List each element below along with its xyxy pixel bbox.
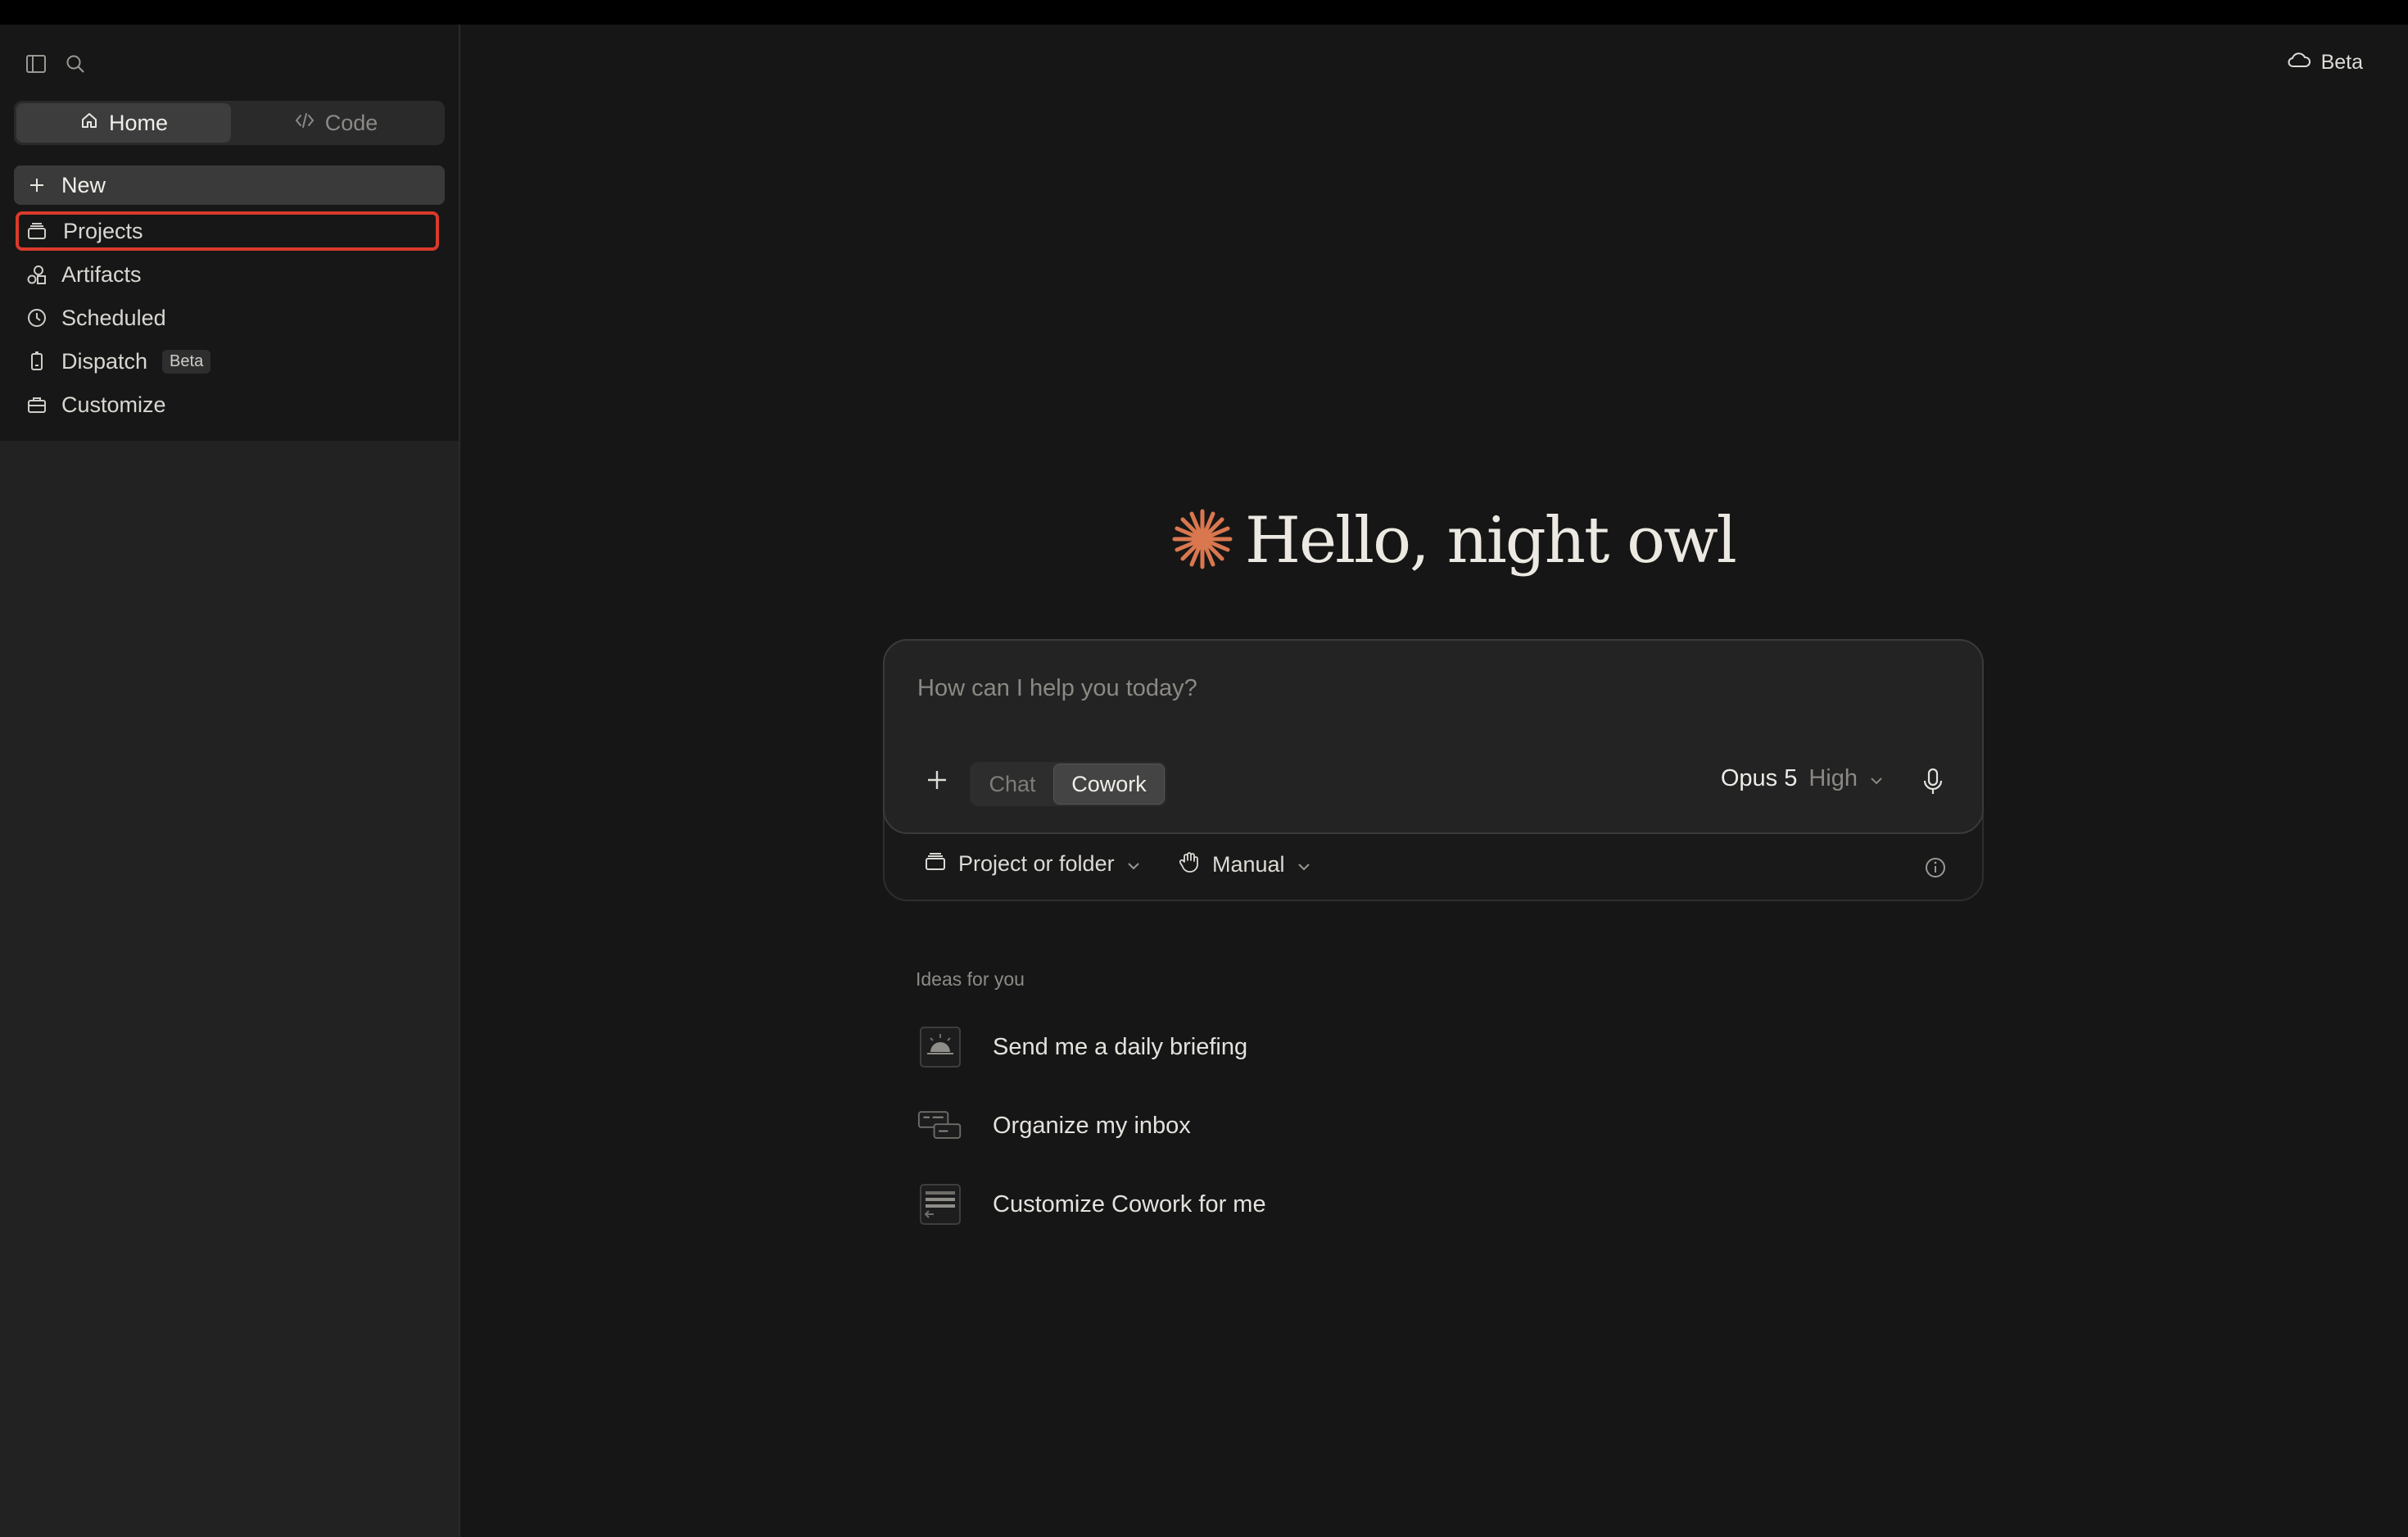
sidebar-item-label: Dispatch (61, 348, 148, 374)
sidebar-item-label: Customize (61, 392, 166, 417)
sidebar-item-customize[interactable]: Customize (14, 385, 445, 424)
chevron-down-icon (1869, 765, 1884, 792)
plus-icon (926, 768, 948, 796)
tab-home[interactable]: Home (16, 103, 231, 143)
sidebar-item-label: New (61, 172, 106, 197)
permission-mode-label: Manual (1212, 852, 1285, 877)
idea-organize-inbox[interactable]: Organize my inbox (917, 1101, 1191, 1150)
tab-code[interactable]: Code (229, 103, 443, 143)
prompt-input[interactable]: How can I help you today? (917, 675, 1197, 702)
window-top-bar (0, 0, 2408, 25)
idea-label: Customize Cowork for me (993, 1190, 1266, 1217)
sidebar-item-scheduled[interactable]: Scheduled (14, 298, 445, 338)
microphone-button[interactable] (1915, 764, 1951, 803)
document-card-icon (917, 1181, 963, 1227)
model-selector[interactable]: Opus 5 High (1721, 765, 1884, 792)
sidebar-item-new[interactable]: New (14, 165, 445, 205)
chevron-down-icon (1297, 852, 1311, 877)
beta-badge: Beta (162, 349, 211, 374)
sidebar-toggle-icon[interactable] (20, 48, 52, 80)
tab-home-label: Home (108, 110, 169, 135)
starburst-logo-icon (1171, 508, 1233, 574)
beta-label: Beta (2320, 51, 2363, 74)
sidebar-item-label: Artifacts (61, 261, 142, 287)
chevron-down-icon (1126, 851, 1141, 877)
sidebar-item-label: Projects (63, 218, 143, 243)
clock-icon (25, 306, 48, 329)
idea-daily-briefing[interactable]: Send me a daily briefing (917, 1022, 1247, 1072)
greeting: Hello, night owl (1171, 500, 1737, 582)
cloud-icon (2287, 51, 2311, 75)
composer: How can I help you today? Chat Cowork Op… (883, 639, 1984, 834)
model-level: High (1808, 765, 1858, 791)
sidebar-item-projects[interactable]: Projects (16, 211, 439, 251)
idea-label: Send me a daily briefing (993, 1033, 1248, 1060)
idea-customize-cowork[interactable]: Customize Cowork for me (917, 1180, 1266, 1229)
info-icon[interactable] (1923, 855, 1948, 880)
folder-icon (924, 850, 947, 877)
model-name: Opus 5 (1720, 765, 1798, 791)
briefcase-icon (25, 393, 48, 416)
add-attachment-button[interactable] (919, 764, 955, 800)
sidebar-panel: Home Code New Projects Artifacts Schedul… (0, 25, 459, 441)
sidebar: Home Code New Projects Artifacts Schedul… (0, 25, 460, 1537)
sidebar-item-dispatch[interactable]: Dispatch Beta (14, 342, 445, 381)
microphone-icon (1921, 767, 1944, 800)
beta-button[interactable]: Beta (2287, 51, 2363, 75)
ideas-heading: Ideas for you (916, 968, 1025, 990)
composer-options: Project or folder Manual (883, 834, 1984, 901)
code-icon (294, 111, 315, 136)
idea-label: Organize my inbox (993, 1112, 1191, 1139)
sidebar-item-label: Scheduled (61, 305, 166, 330)
hand-icon (1178, 850, 1201, 879)
permission-mode-selector[interactable]: Manual (1178, 850, 1311, 879)
project-folder-label: Project or folder (958, 851, 1115, 876)
shapes-icon (25, 263, 48, 286)
tab-code-label: Code (324, 110, 378, 135)
project-folder-selector[interactable]: Project or folder (924, 850, 1141, 877)
chat-bubbles-icon (917, 1103, 963, 1149)
sunrise-card-icon (917, 1024, 963, 1070)
sidebar-item-artifacts[interactable]: Artifacts (14, 255, 445, 294)
search-icon[interactable] (59, 48, 92, 80)
home-code-switch: Home Code (14, 101, 445, 145)
mode-chat-button[interactable]: Chat (971, 764, 1053, 805)
mode-cowork-button[interactable]: Cowork (1053, 764, 1165, 805)
folder-icon (25, 220, 48, 243)
phone-icon (25, 350, 48, 373)
mode-switch: Chat Cowork (970, 762, 1166, 806)
plus-icon (25, 174, 48, 197)
home-icon (79, 111, 99, 136)
greeting-text: Hello, night owl (1245, 504, 1737, 578)
